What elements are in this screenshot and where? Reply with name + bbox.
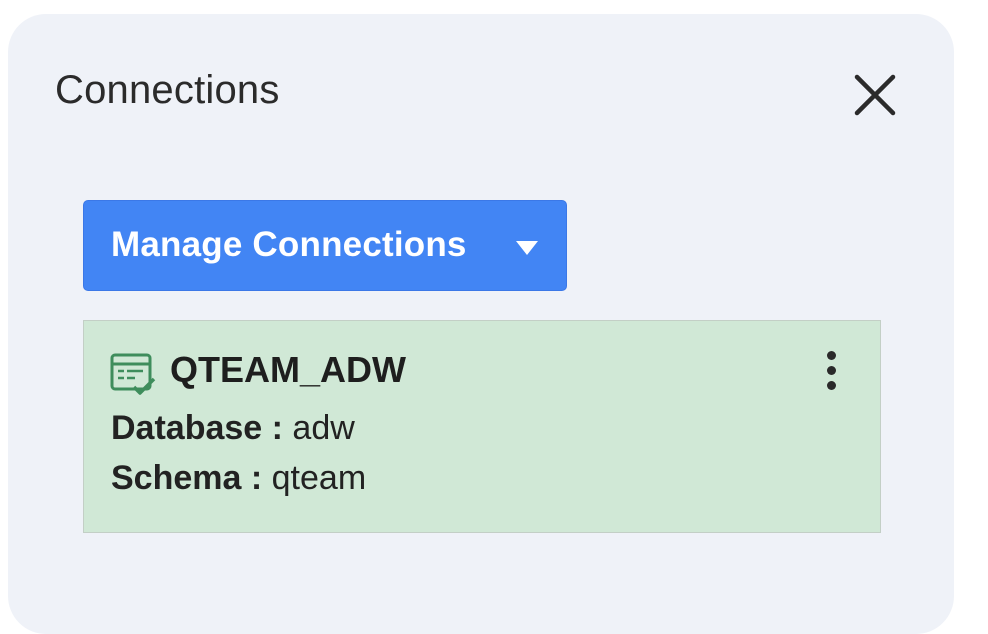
connection-card[interactable]: QTEAM_ADW Database : adw Schema : qteam	[83, 320, 881, 533]
manage-connections-button[interactable]: Manage Connections	[83, 200, 567, 291]
panel-title: Connections	[55, 68, 280, 112]
database-value: adw	[292, 409, 355, 447]
caret-down-icon	[516, 241, 538, 255]
connection-name: QTEAM_ADW	[170, 349, 406, 390]
manage-connections-label: Manage Connections	[111, 225, 467, 264]
connections-panel: Connections Manage Connections QTEAM_ADW	[8, 14, 954, 634]
schema-value: qteam	[271, 459, 367, 497]
close-icon[interactable]	[851, 71, 899, 119]
database-label: Database :	[111, 409, 283, 447]
database-connected-icon	[110, 353, 156, 395]
connection-schema: Schema : qteam	[111, 459, 366, 498]
kebab-menu-icon[interactable]	[816, 347, 846, 403]
schema-label: Schema :	[111, 459, 263, 497]
connection-database: Database : adw	[111, 409, 355, 448]
